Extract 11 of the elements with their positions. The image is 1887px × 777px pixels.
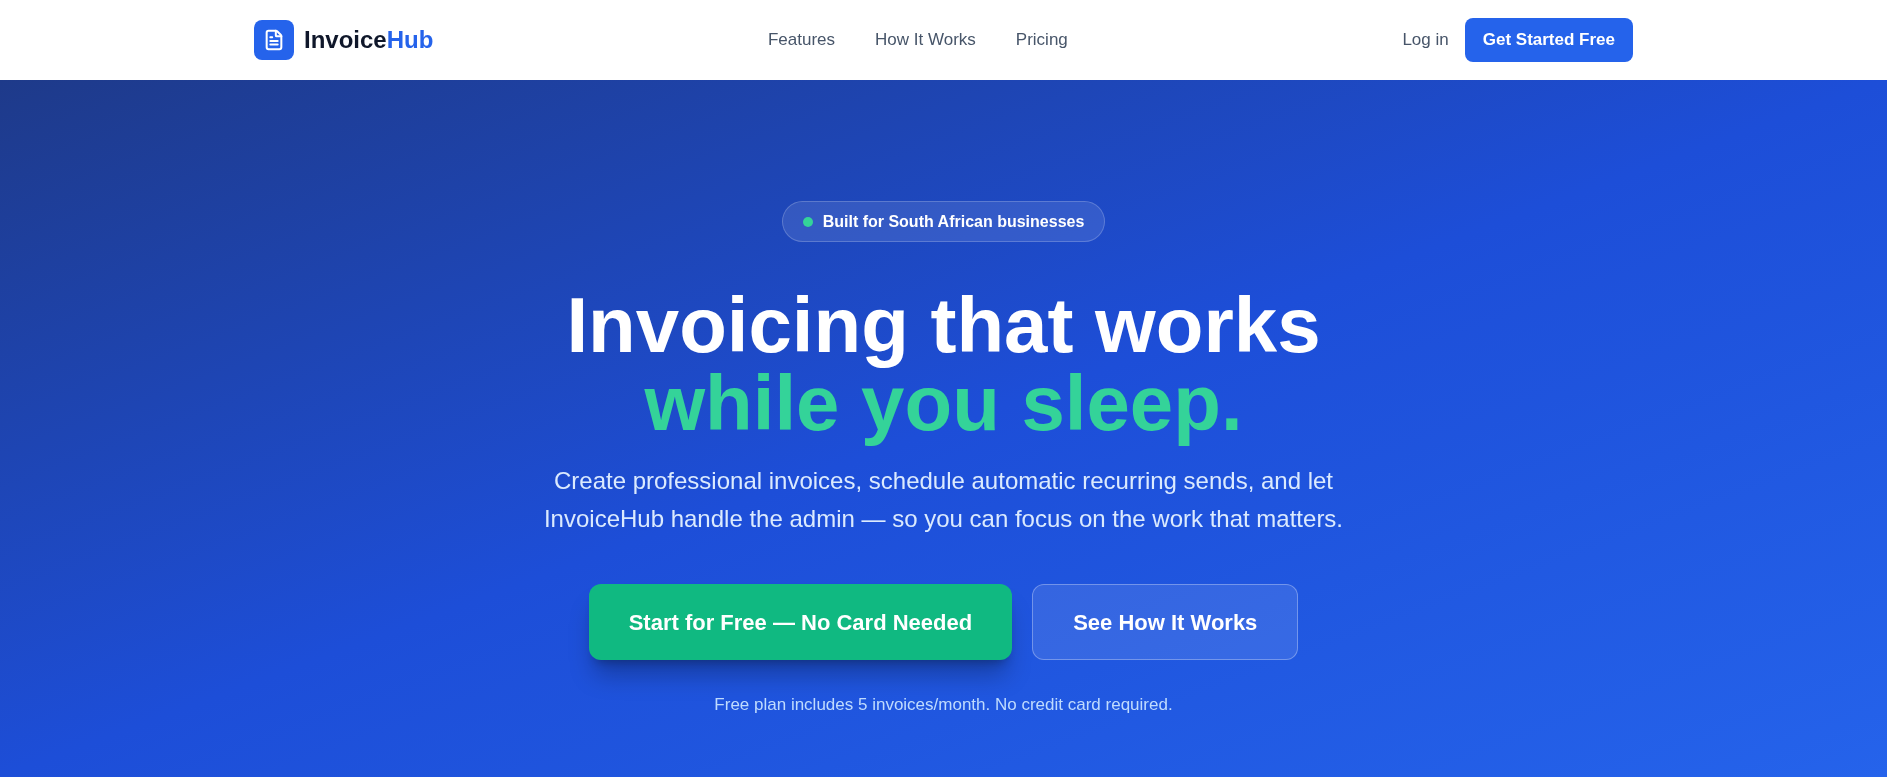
nav-link[interactable]: Features [767, 27, 836, 53]
document-logo-icon [254, 20, 294, 60]
how-it-works-button[interactable]: See How It Works [1032, 584, 1299, 660]
nav-link[interactable]: How It Works [875, 27, 976, 53]
logo-wordmark[interactable]: InvoiceHub [304, 22, 434, 58]
login-link[interactable]: Log in [1402, 27, 1449, 53]
nav-link[interactable]: Pricing [1015, 27, 1068, 53]
free-plan-note: Free plan includes 5 invoices/month. No credit card required. [714, 695, 1173, 715]
hero-description: Create professional invoices, schedule automatic recurring sends, and let InvoiceHub handle the admin — so you can focus on the work that matters. [542, 466, 1345, 534]
get-started-button[interactable]: Get Started Free [1464, 18, 1633, 62]
badge-text: Built for South African businesses [822, 211, 1085, 232]
